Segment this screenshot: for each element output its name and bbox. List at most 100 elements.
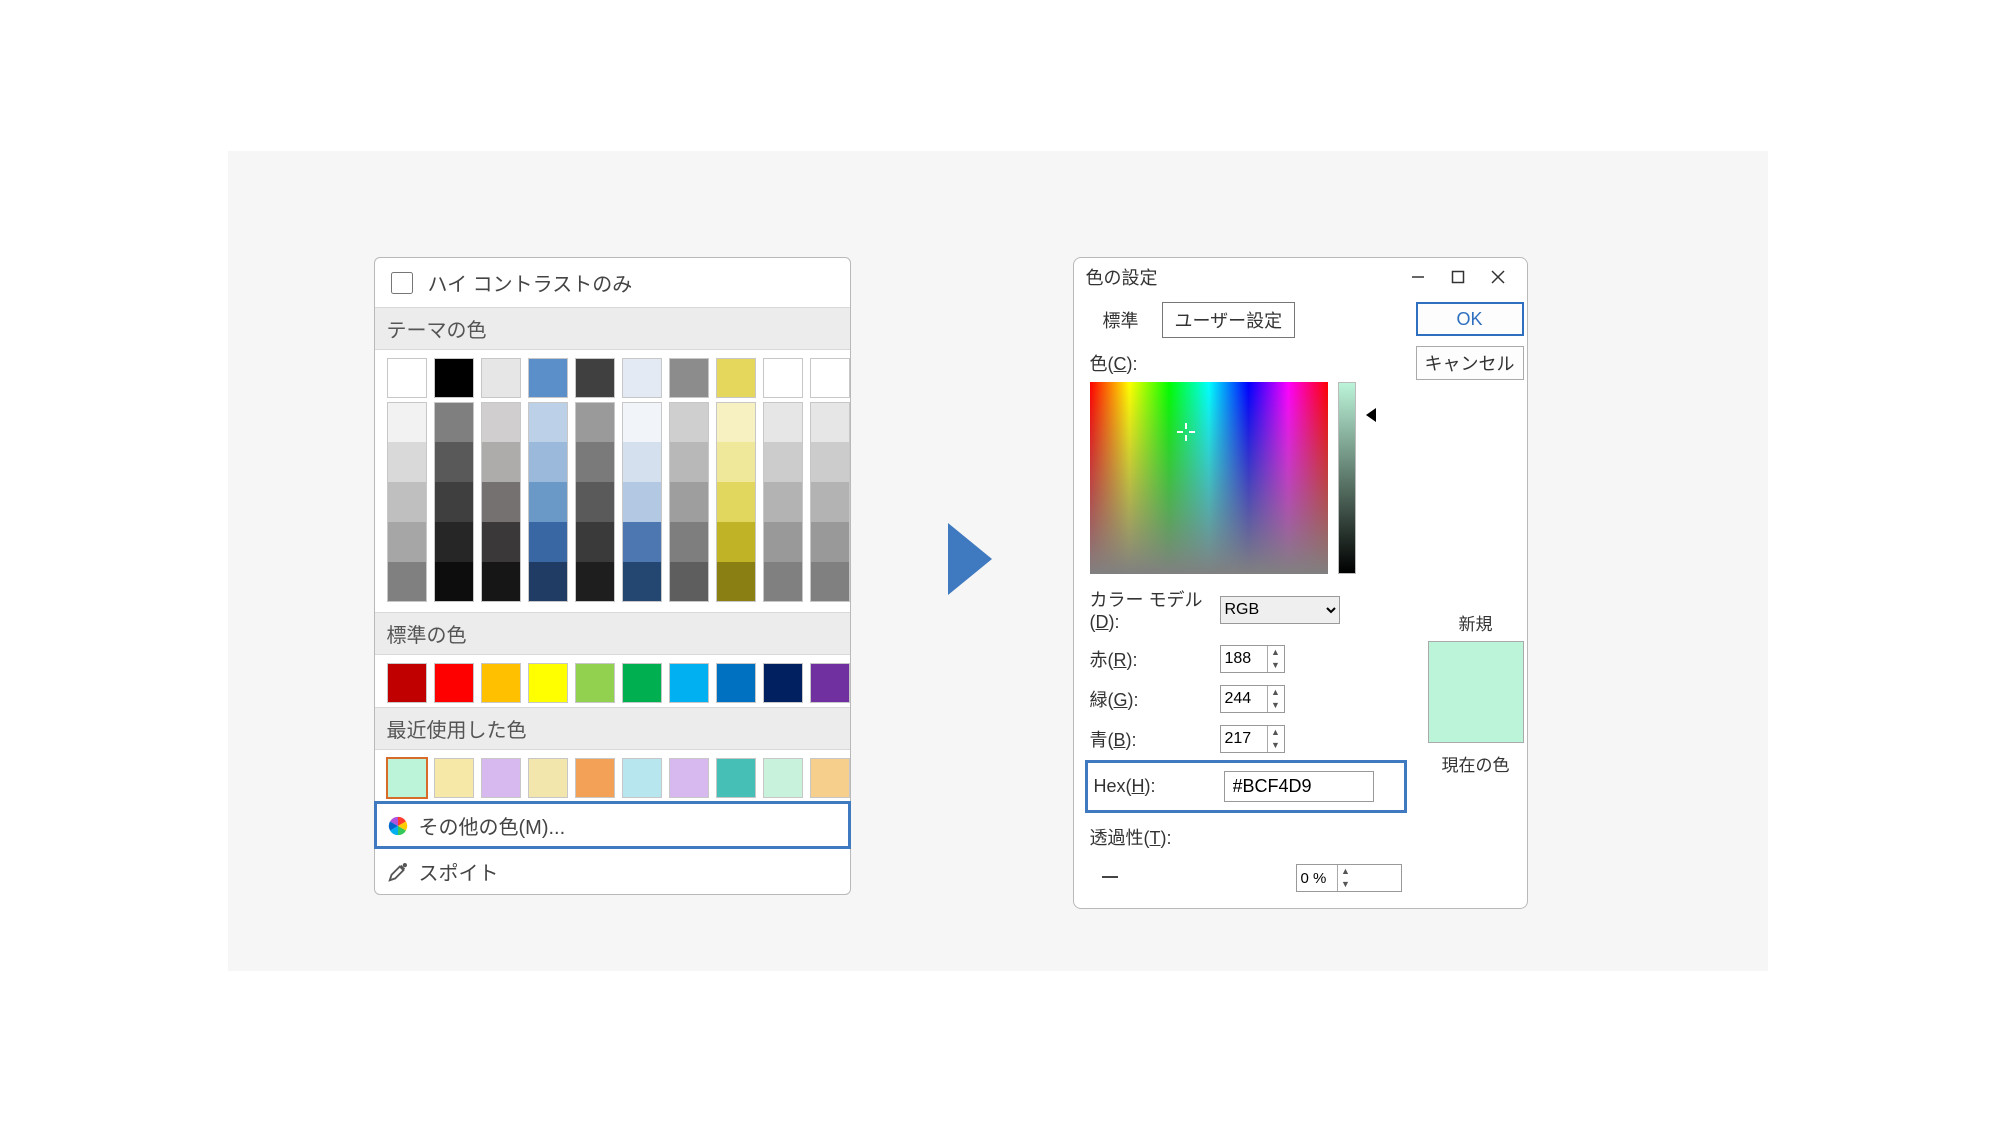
color-swatch[interactable] bbox=[528, 442, 568, 482]
color-swatch[interactable] bbox=[622, 482, 662, 522]
color-swatch[interactable] bbox=[622, 442, 662, 482]
color-swatch[interactable] bbox=[763, 758, 803, 798]
color-swatch[interactable] bbox=[810, 442, 850, 482]
color-swatch[interactable] bbox=[528, 522, 568, 562]
color-swatch[interactable] bbox=[434, 402, 474, 442]
color-swatch[interactable] bbox=[810, 758, 850, 798]
color-swatch[interactable] bbox=[481, 402, 521, 442]
color-swatch[interactable] bbox=[481, 758, 521, 798]
cancel-button[interactable]: キャンセル bbox=[1416, 346, 1524, 380]
color-swatch[interactable] bbox=[387, 402, 427, 442]
color-swatch[interactable] bbox=[669, 442, 709, 482]
color-swatch[interactable] bbox=[810, 562, 850, 602]
color-swatch[interactable] bbox=[481, 442, 521, 482]
color-swatch[interactable] bbox=[575, 482, 615, 522]
color-swatch[interactable] bbox=[763, 442, 803, 482]
color-swatch[interactable] bbox=[575, 358, 615, 398]
color-swatch[interactable] bbox=[575, 442, 615, 482]
color-swatch[interactable] bbox=[716, 442, 756, 482]
color-swatch[interactable] bbox=[481, 358, 521, 398]
color-swatch[interactable] bbox=[387, 758, 427, 798]
blue-input[interactable] bbox=[1221, 727, 1267, 751]
color-swatch[interactable] bbox=[622, 562, 662, 602]
color-swatch[interactable] bbox=[575, 758, 615, 798]
color-swatch[interactable] bbox=[434, 482, 474, 522]
more-colors-button[interactable]: その他の色(M)... bbox=[375, 802, 850, 848]
color-swatch[interactable] bbox=[763, 358, 803, 398]
color-swatch[interactable] bbox=[528, 358, 568, 398]
color-swatch[interactable] bbox=[669, 562, 709, 602]
color-swatch[interactable] bbox=[810, 482, 850, 522]
color-swatch[interactable] bbox=[528, 758, 568, 798]
color-swatch[interactable] bbox=[575, 663, 615, 703]
color-swatch[interactable] bbox=[810, 663, 850, 703]
blue-spin-up[interactable]: ▲ bbox=[1268, 726, 1284, 739]
red-input[interactable] bbox=[1221, 647, 1267, 671]
color-swatch[interactable] bbox=[622, 758, 662, 798]
color-swatch[interactable] bbox=[669, 358, 709, 398]
color-swatch[interactable] bbox=[434, 358, 474, 398]
color-swatch[interactable] bbox=[716, 482, 756, 522]
color-swatch[interactable] bbox=[481, 562, 521, 602]
color-swatch[interactable] bbox=[575, 562, 615, 602]
color-swatch[interactable] bbox=[716, 358, 756, 398]
color-swatch[interactable] bbox=[669, 482, 709, 522]
hex-input[interactable] bbox=[1224, 771, 1374, 802]
tab-standard[interactable]: 標準 bbox=[1090, 302, 1152, 338]
color-swatch[interactable] bbox=[669, 663, 709, 703]
transparency-input[interactable] bbox=[1297, 867, 1337, 890]
color-swatch[interactable] bbox=[763, 482, 803, 522]
color-swatch[interactable] bbox=[716, 402, 756, 442]
color-swatch[interactable] bbox=[622, 358, 662, 398]
color-swatch[interactable] bbox=[528, 562, 568, 602]
color-swatch[interactable] bbox=[810, 358, 850, 398]
color-spectrum[interactable] bbox=[1090, 382, 1328, 574]
green-spin-up[interactable]: ▲ bbox=[1268, 686, 1284, 699]
trans-spin-down[interactable]: ▼ bbox=[1338, 878, 1354, 891]
color-swatch[interactable] bbox=[716, 663, 756, 703]
color-model-select[interactable]: RGB bbox=[1220, 596, 1340, 624]
color-swatch[interactable] bbox=[622, 522, 662, 562]
color-swatch[interactable] bbox=[387, 663, 427, 703]
color-swatch[interactable] bbox=[528, 482, 568, 522]
trans-spin-up[interactable]: ▲ bbox=[1338, 865, 1354, 878]
color-swatch[interactable] bbox=[575, 402, 615, 442]
maximize-icon[interactable] bbox=[1445, 264, 1471, 290]
color-swatch[interactable] bbox=[622, 663, 662, 703]
color-swatch[interactable] bbox=[387, 358, 427, 398]
color-swatch[interactable] bbox=[763, 402, 803, 442]
color-swatch[interactable] bbox=[387, 442, 427, 482]
green-input[interactable] bbox=[1221, 687, 1267, 711]
color-swatch[interactable] bbox=[810, 522, 850, 562]
color-swatch[interactable] bbox=[810, 402, 850, 442]
color-swatch[interactable] bbox=[622, 402, 662, 442]
color-swatch[interactable] bbox=[387, 562, 427, 602]
color-swatch[interactable] bbox=[716, 522, 756, 562]
red-spin-up[interactable]: ▲ bbox=[1268, 646, 1284, 659]
color-swatch[interactable] bbox=[763, 562, 803, 602]
color-swatch[interactable] bbox=[434, 663, 474, 703]
color-swatch[interactable] bbox=[434, 442, 474, 482]
color-swatch[interactable] bbox=[434, 522, 474, 562]
color-swatch[interactable] bbox=[716, 562, 756, 602]
color-swatch[interactable] bbox=[481, 522, 521, 562]
color-swatch[interactable] bbox=[434, 758, 474, 798]
color-swatch[interactable] bbox=[387, 482, 427, 522]
tab-custom[interactable]: ユーザー設定 bbox=[1162, 302, 1296, 338]
color-swatch[interactable] bbox=[387, 522, 427, 562]
ok-button[interactable]: OK bbox=[1416, 302, 1524, 336]
color-swatch[interactable] bbox=[575, 522, 615, 562]
high-contrast-row[interactable]: ハイ コントラストのみ bbox=[375, 258, 850, 307]
color-swatch[interactable] bbox=[528, 663, 568, 703]
high-contrast-checkbox[interactable] bbox=[391, 272, 413, 294]
red-spin-down[interactable]: ▼ bbox=[1268, 659, 1284, 672]
green-spin-down[interactable]: ▼ bbox=[1268, 699, 1284, 712]
luminance-strip[interactable] bbox=[1338, 382, 1356, 574]
color-swatch[interactable] bbox=[528, 402, 568, 442]
color-swatch[interactable] bbox=[481, 663, 521, 703]
color-swatch[interactable] bbox=[481, 482, 521, 522]
blue-spin-down[interactable]: ▼ bbox=[1268, 739, 1284, 752]
color-swatch[interactable] bbox=[669, 522, 709, 562]
minimize-icon[interactable] bbox=[1405, 264, 1431, 290]
color-swatch[interactable] bbox=[763, 522, 803, 562]
